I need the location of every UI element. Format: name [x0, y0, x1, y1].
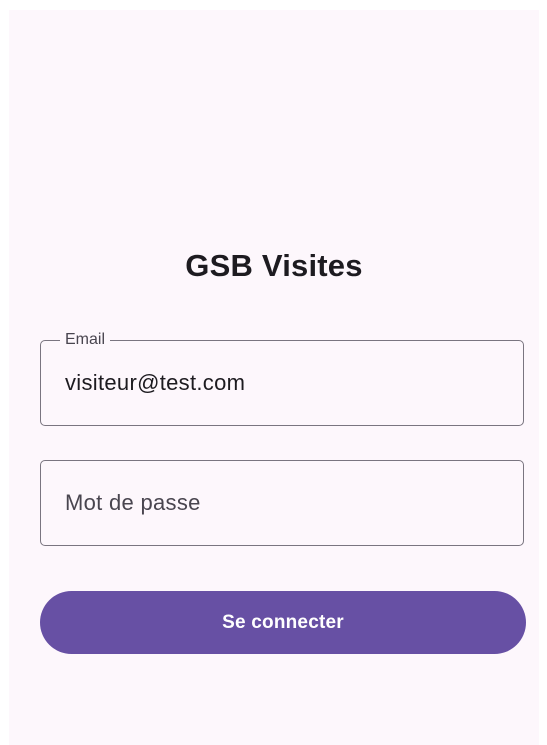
email-field[interactable]: Email visiteur@test.com	[40, 330, 524, 426]
login-screen: GSB Visites Email visiteur@test.com Mot …	[9, 10, 539, 745]
app-title: GSB Visites	[185, 248, 363, 283]
password-input[interactable]: Mot de passe	[65, 461, 507, 545]
login-button[interactable]: Se connecter	[40, 591, 526, 654]
password-field[interactable]: Mot de passe	[40, 460, 524, 546]
email-input[interactable]: visiteur@test.com	[65, 341, 507, 425]
